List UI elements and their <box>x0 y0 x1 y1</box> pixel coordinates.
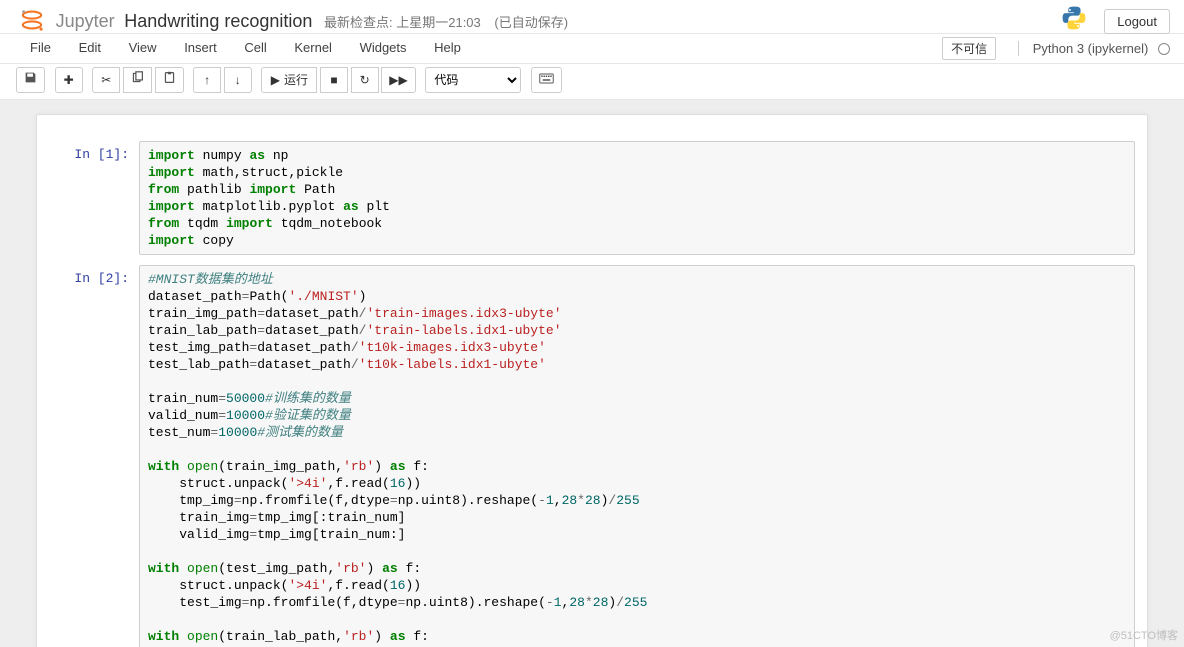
notebook-scroll-area[interactable]: In [1]: import numpy as np import math,s… <box>0 100 1184 647</box>
run-label: 运行 <box>284 73 308 87</box>
menu-edit[interactable]: Edit <box>67 34 113 61</box>
input-prompt: In [1]: <box>49 141 139 255</box>
code-input-area[interactable]: #MNIST数据集的地址 dataset_path=Path('./MNIST'… <box>139 265 1135 647</box>
code-cell[interactable]: In [2]: #MNIST数据集的地址 dataset_path=Path('… <box>49 265 1135 647</box>
code-cell[interactable]: In [1]: import numpy as np import math,s… <box>49 141 1135 255</box>
move-up-button[interactable]: ↑ <box>193 67 221 93</box>
python-kernel-icon <box>1061 5 1087 37</box>
kernel-name[interactable]: Python 3 (ipykernel) <box>1018 41 1149 56</box>
notebook-container: In [1]: import numpy as np import math,s… <box>36 114 1148 647</box>
save-icon <box>24 73 37 87</box>
checkpoint-status: 最新检查点: 上星期一21:03 <box>324 12 481 31</box>
menu-widgets[interactable]: Widgets <box>348 34 419 61</box>
menu-help[interactable]: Help <box>422 34 473 61</box>
paste-icon <box>163 73 176 87</box>
menu-insert[interactable]: Insert <box>172 34 229 61</box>
restart-run-all-button[interactable]: ▶▶ <box>381 67 415 93</box>
notebook-name[interactable]: Handwriting recognition <box>118 11 318 32</box>
code-content: import numpy as np import math,struct,pi… <box>148 147 1126 249</box>
code-input-area[interactable]: import numpy as np import math,struct,pi… <box>139 141 1135 255</box>
fast-forward-icon: ▶▶ <box>389 73 407 87</box>
save-button[interactable] <box>16 67 45 93</box>
cut-button[interactable]: ✂ <box>92 67 120 93</box>
command-palette-button[interactable] <box>531 67 562 93</box>
input-prompt: In [2]: <box>49 265 139 647</box>
celltype-select[interactable]: 代码 <box>425 67 521 93</box>
header-bar: Jupyter Handwriting recognition 最新检查点: 上… <box>0 0 1184 34</box>
interrupt-button[interactable]: ■ <box>320 67 348 93</box>
copy-icon <box>131 73 144 87</box>
menu-view[interactable]: View <box>117 34 169 61</box>
menu-file[interactable]: File <box>18 34 63 61</box>
logout-button[interactable]: Logout <box>1104 9 1170 34</box>
autosave-status: (已自动保存) <box>494 12 568 31</box>
menu-bar: File Edit View Insert Cell Kernel Widget… <box>0 34 1184 64</box>
arrow-down-icon: ↓ <box>235 73 241 87</box>
brand-text: Jupyter <box>56 11 115 31</box>
toolbar: ✚ ✂ ↑ ↓ ▶ 运行 ■ ↻ ▶▶ 代码 <box>0 64 1184 100</box>
menu-cell[interactable]: Cell <box>232 34 278 61</box>
scissors-icon: ✂ <box>101 73 111 87</box>
add-cell-button[interactable]: ✚ <box>55 67 83 93</box>
jupyter-logo[interactable] <box>18 6 46 37</box>
restart-icon: ↻ <box>360 73 370 87</box>
kernel-idle-icon <box>1158 43 1170 55</box>
move-down-button[interactable]: ↓ <box>224 67 252 93</box>
plus-icon: ✚ <box>64 73 74 87</box>
stop-icon: ■ <box>330 73 337 87</box>
play-icon: ▶ <box>271 73 280 87</box>
arrow-up-icon: ↑ <box>204 73 210 87</box>
trust-indicator[interactable]: 不可信 <box>942 37 996 60</box>
keyboard-icon <box>539 73 554 87</box>
copy-button[interactable] <box>123 67 152 93</box>
menu-kernel[interactable]: Kernel <box>282 34 344 61</box>
restart-button[interactable]: ↻ <box>351 67 379 93</box>
paste-button[interactable] <box>155 67 184 93</box>
run-button[interactable]: ▶ 运行 <box>261 67 317 93</box>
code-content: #MNIST数据集的地址 dataset_path=Path('./MNIST'… <box>148 271 1126 647</box>
